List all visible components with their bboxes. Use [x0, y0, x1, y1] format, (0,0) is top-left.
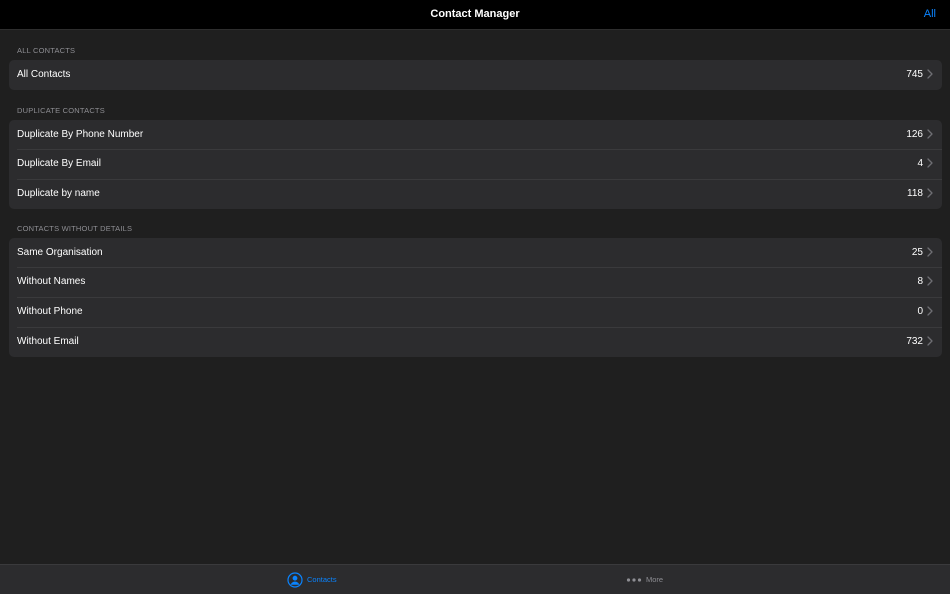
- chevron-right-icon: [927, 129, 933, 139]
- row-count: 118: [907, 188, 923, 200]
- group-contacts-without-details: Same Organisation 25 Without Names 8 Wit…: [9, 237, 942, 357]
- tab-more[interactable]: More: [626, 565, 663, 594]
- tab-label: More: [646, 575, 664, 584]
- person-circle-icon: [287, 571, 303, 588]
- all-button[interactable]: All: [924, 8, 936, 20]
- row-label: All Contacts: [17, 69, 71, 80]
- row-count: 4: [917, 158, 923, 170]
- row-label: Duplicate by name: [17, 188, 100, 200]
- row-count: 745: [906, 69, 923, 80]
- row-label: Without Email: [17, 335, 79, 347]
- tab-contacts[interactable]: Contacts: [287, 565, 337, 594]
- row-count: 126: [906, 128, 923, 140]
- row-duplicate-by-name[interactable]: Duplicate by name 118: [9, 179, 942, 209]
- row-without-phone[interactable]: Without Phone 0: [9, 297, 942, 327]
- row-all-contacts[interactable]: All Contacts 745: [9, 60, 942, 90]
- section-header-duplicate-contacts: DUPLICATE CONTACTS: [17, 105, 105, 115]
- row-label: Without Phone: [17, 306, 83, 318]
- row-without-email[interactable]: Without Email 732: [9, 326, 942, 357]
- tab-bar: Contacts More: [0, 564, 950, 594]
- row-label: Duplicate By Email: [17, 158, 101, 170]
- row-count: 732: [906, 335, 923, 347]
- row-label: Same Organisation: [17, 246, 103, 258]
- group-all-contacts: All Contacts 745: [9, 60, 942, 90]
- row-count: 25: [911, 246, 923, 258]
- row-same-organisation[interactable]: Same Organisation 25: [9, 238, 942, 268]
- page-title: Contact Manager: [430, 8, 520, 20]
- section-header-all-contacts: ALL CONTACTS: [17, 46, 76, 55]
- group-duplicate-contacts: Duplicate By Phone Number 126 Duplicate …: [9, 119, 942, 209]
- app-window: Contact Manager All ALL CONTACTS All Con…: [0, 0, 950, 594]
- section-header-contacts-without-details: CONTACTS WITHOUT DETAILS: [17, 223, 133, 233]
- row-duplicate-by-phone[interactable]: Duplicate By Phone Number 126: [9, 120, 942, 150]
- ellipsis-icon: [626, 577, 642, 582]
- row-count: 8: [917, 276, 923, 288]
- row-label: Duplicate By Phone Number: [17, 128, 144, 140]
- contacts-list: ALL CONTACTS All Contacts 745 DUPLICATE …: [0, 30, 950, 357]
- chevron-right-icon: [927, 69, 933, 79]
- chevron-right-icon: [927, 336, 933, 346]
- row-duplicate-by-email[interactable]: Duplicate By Email 4: [9, 149, 942, 179]
- row-count: 0: [917, 306, 923, 318]
- chevron-right-icon: [927, 247, 933, 257]
- chevron-right-icon: [927, 306, 933, 316]
- row-label: Without Names: [17, 276, 86, 288]
- tab-label: Contacts: [307, 575, 337, 584]
- chevron-right-icon: [927, 158, 933, 169]
- chevron-right-icon: [927, 276, 933, 287]
- navigation-bar: Contact Manager All: [0, 0, 950, 30]
- chevron-right-icon: [927, 188, 933, 198]
- row-without-names[interactable]: Without Names 8: [9, 267, 942, 297]
